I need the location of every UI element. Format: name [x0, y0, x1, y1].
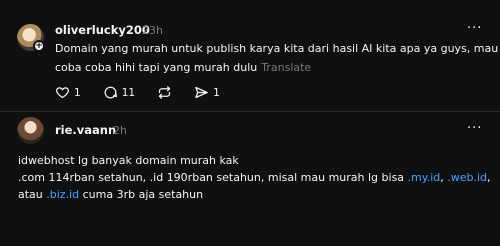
reply-button[interactable]: 11: [103, 85, 135, 100]
repost-button[interactable]: [157, 85, 172, 100]
more-icon[interactable]: ···: [467, 121, 482, 136]
domain-link-web-id[interactable]: .web.id: [447, 171, 487, 184]
share-button[interactable]: 1: [194, 85, 220, 100]
timestamp[interactable]: 2h: [113, 124, 127, 137]
post-text-line-3: atau .biz.id cuma 3rb aja setahun: [18, 186, 491, 203]
post-text-line-2-content: .com 114rban setahun, .id 190rban setahu…: [18, 171, 408, 184]
username[interactable]: oliverlucky200: [55, 23, 150, 37]
post-text: Domain yang murah untuk publish karya ki…: [55, 39, 498, 77]
post-oliverlucky200: + oliverlucky200 23h ··· Domain yang mur…: [0, 0, 500, 112]
post-text-line-2-content: coba coba hihi tapi yang murah dulu: [55, 61, 258, 74]
heart-icon: [56, 87, 69, 99]
post-text-line-2: .com 114rban setahun, .id 190rban setahu…: [18, 169, 491, 186]
repost-icon: [158, 86, 171, 99]
post-text-line-1: Domain yang murah untuk publish karya ki…: [55, 42, 499, 55]
more-icon[interactable]: ···: [467, 21, 482, 36]
plus-icon[interactable]: +: [33, 40, 45, 52]
post-text-line-3-suffix: cuma 3rb aja setahun: [79, 188, 204, 201]
avatar[interactable]: [17, 117, 44, 144]
like-count: 1: [74, 86, 81, 99]
post-text: idwebhost lg banyak domain murah kak .co…: [18, 152, 491, 203]
send-icon: [195, 86, 208, 99]
username[interactable]: rie.vaann: [55, 123, 116, 137]
domain-link-my-id[interactable]: .my.id: [408, 171, 441, 184]
reply-count: 11: [121, 86, 136, 99]
domain-link-biz-id[interactable]: .biz.id: [46, 188, 79, 201]
like-button[interactable]: 1: [55, 85, 81, 100]
action-bar: 1 11 1: [55, 85, 242, 100]
comment-icon: [104, 86, 117, 99]
post-text-line-3-prefix: atau: [18, 188, 47, 201]
separator-end: ,: [487, 171, 491, 184]
timestamp[interactable]: 23h: [142, 24, 163, 37]
share-count: 1: [213, 86, 220, 99]
translate-link[interactable]: Translate: [261, 61, 311, 74]
post-rie-vaann: rie.vaann 2h ··· idwebhost lg banyak dom…: [0, 112, 500, 246]
post-text-line-1: idwebhost lg banyak domain murah kak: [18, 154, 239, 167]
post-text-line-2: coba coba hihi tapi yang murah dulu Trans…: [55, 58, 498, 77]
